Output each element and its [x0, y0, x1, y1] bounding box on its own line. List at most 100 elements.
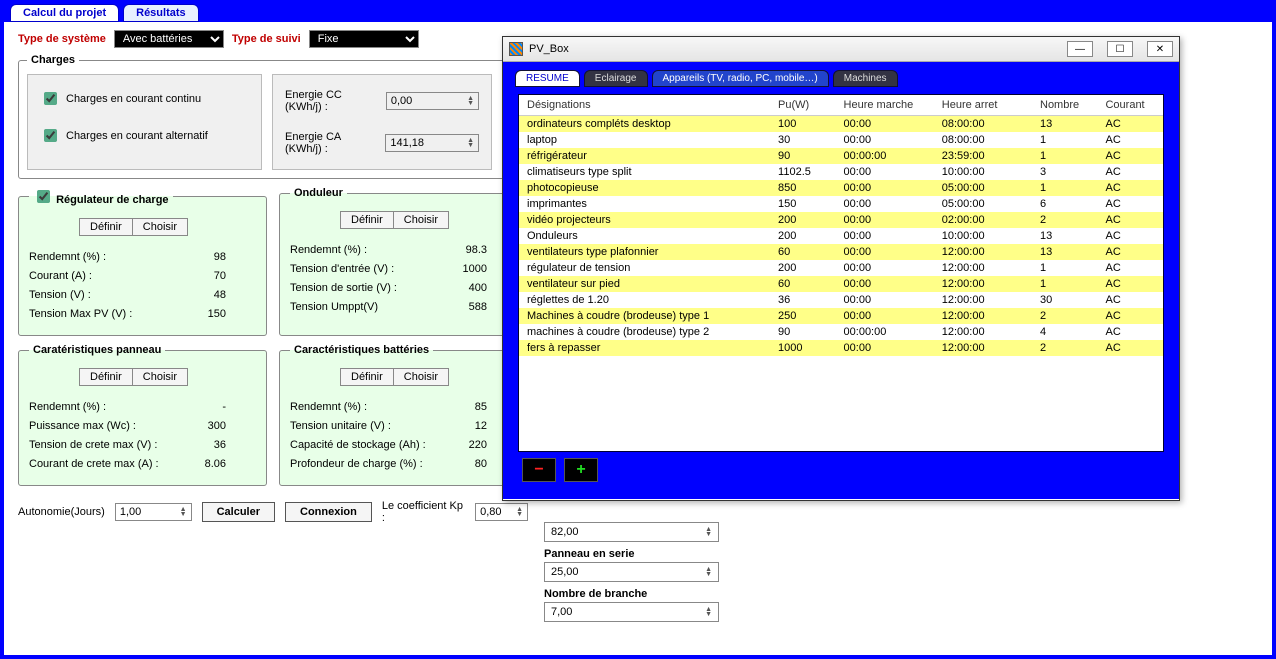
tab-machines[interactable]: Machines: [833, 70, 898, 87]
tab-appareils[interactable]: Appareils (TV, radio, PC, mobile…): [652, 70, 829, 87]
spinner-icon[interactable]: ▲▼: [705, 607, 712, 617]
table-row[interactable]: fers à repasser100000:0012:00:002AC: [519, 340, 1163, 356]
table-cell: 00:00: [836, 228, 934, 244]
calc-value-1-input[interactable]: 82,00 ▲▼: [544, 522, 719, 542]
spinner-icon[interactable]: ▲▼: [705, 567, 712, 577]
table-cell: 12:00:00: [934, 292, 1032, 308]
charges-cc-checkbox[interactable]: [44, 92, 57, 105]
devices-table-wrap[interactable]: DésignationsPu(W)Heure marcheHeure arret…: [518, 94, 1164, 452]
kv-key: Rendemnt (%) :: [290, 244, 367, 256]
table-cell: 12:00:00: [934, 244, 1032, 260]
calculer-button[interactable]: Calculer: [202, 502, 275, 522]
table-row[interactable]: imprimantes15000:0005:00:006AC: [519, 196, 1163, 212]
table-row[interactable]: Machines à coudre (brodeuse) type 125000…: [519, 308, 1163, 324]
table-header[interactable]: Courant: [1097, 95, 1163, 116]
kv-row: Courant de crete max (A) :8.06: [29, 458, 256, 470]
energie-cc-input[interactable]: 0,00 ▲▼: [386, 92, 479, 110]
add-row-button[interactable]: +: [564, 458, 598, 482]
table-row[interactable]: photocopieuse85000:0005:00:001AC: [519, 180, 1163, 196]
batteries-definir-button[interactable]: Définir: [340, 368, 393, 386]
spinner-icon[interactable]: ▲▼: [516, 507, 523, 517]
charges-ca-checkbox[interactable]: [44, 129, 57, 142]
table-row[interactable]: régulateur de tension20000:0012:00:001AC: [519, 260, 1163, 276]
table-cell: 250: [770, 308, 835, 324]
table-row[interactable]: vidéo projecteurs20000:0002:00:002AC: [519, 212, 1163, 228]
batteries-choisir-button[interactable]: Choisir: [393, 368, 449, 386]
table-row[interactable]: laptop3000:0008:00:001AC: [519, 132, 1163, 148]
kv-row: Rendemnt (%) :-: [29, 401, 256, 413]
table-cell: laptop: [519, 132, 770, 148]
tab-resume[interactable]: RESUME: [515, 70, 580, 87]
autonomie-input[interactable]: 1,00 ▲▼: [115, 503, 192, 521]
type-systeme-select[interactable]: Avec battéries: [114, 30, 224, 48]
spinner-icon[interactable]: ▲▼: [180, 507, 187, 517]
nombre-branche-input[interactable]: 7,00 ▲▼: [544, 602, 719, 622]
panneau-serie-input[interactable]: 25,00 ▲▼: [544, 562, 719, 582]
energie-ca-input[interactable]: 141,18 ▲▼: [385, 134, 479, 152]
tab-calcul-projet[interactable]: Calcul du projet: [10, 4, 119, 22]
table-row[interactable]: Onduleurs20000:0010:00:0013AC: [519, 228, 1163, 244]
kv-value: 588: [469, 301, 487, 313]
dialog-titlebar[interactable]: PV_Box — ☐ ✕: [503, 37, 1179, 62]
kv-row: Tension de sortie (V) :400: [290, 282, 517, 294]
right-calc-panel: 82,00 ▲▼ Panneau en serie 25,00 ▲▼ Nombr…: [544, 522, 744, 628]
connexion-button[interactable]: Connexion: [285, 502, 372, 522]
table-row[interactable]: réfrigérateur9000:00:0023:59:001AC: [519, 148, 1163, 164]
spinner-icon[interactable]: ▲▼: [467, 96, 474, 106]
spinner-icon[interactable]: ▲▼: [467, 138, 474, 148]
table-cell: 200: [770, 228, 835, 244]
kv-value: 12: [475, 420, 487, 432]
tab-resultats[interactable]: Résultats: [123, 4, 199, 22]
panneau-choisir-button[interactable]: Choisir: [132, 368, 188, 386]
table-cell: imprimantes: [519, 196, 770, 212]
type-suivi-select[interactable]: Fixe: [309, 30, 419, 48]
table-cell: 00:00: [836, 276, 934, 292]
regulateur-choisir-button[interactable]: Choisir: [132, 218, 188, 236]
table-row[interactable]: ventilateurs type plafonnier6000:0012:00…: [519, 244, 1163, 260]
close-button[interactable]: ✕: [1147, 41, 1173, 57]
batteries-legend: Caractéristiques battéries: [290, 344, 433, 356]
kv-key: Tension (V) :: [29, 289, 91, 301]
regulateur-checkbox[interactable]: [37, 190, 50, 203]
kv-row: Tension unitaire (V) : 12: [290, 420, 517, 432]
coeff-label: Le coefficient Kp :: [382, 500, 465, 524]
kv-key: Tension de sortie (V) :: [290, 282, 397, 294]
coeff-input[interactable]: 0,80 ▲▼: [475, 503, 528, 521]
remove-row-button[interactable]: −: [522, 458, 556, 482]
table-header[interactable]: Pu(W): [770, 95, 835, 116]
table-cell: 2: [1032, 212, 1097, 228]
table-cell: AC: [1097, 148, 1163, 164]
onduleur-choisir-button[interactable]: Choisir: [393, 211, 449, 229]
table-row[interactable]: climatiseurs type split1102.500:0010:00:…: [519, 164, 1163, 180]
onduleur-definir-button[interactable]: Définir: [340, 211, 393, 229]
table-cell: AC: [1097, 244, 1163, 260]
regulateur-definir-button[interactable]: Définir: [79, 218, 132, 236]
table-cell: 10:00:00: [934, 164, 1032, 180]
kv-key: Tension unitaire (V) :: [290, 420, 391, 432]
table-cell: réfrigérateur: [519, 148, 770, 164]
table-header[interactable]: Heure marche: [836, 95, 934, 116]
charges-ca-line[interactable]: Charges en courant alternatif: [40, 126, 249, 145]
table-cell: AC: [1097, 308, 1163, 324]
minimize-button[interactable]: —: [1067, 41, 1093, 57]
maximize-button[interactable]: ☐: [1107, 41, 1133, 57]
table-row[interactable]: réglettes de 1.203600:0012:00:0030AC: [519, 292, 1163, 308]
table-cell: 12:00:00: [934, 324, 1032, 340]
tab-eclairage[interactable]: Eclairage: [584, 70, 648, 87]
table-header[interactable]: Désignations: [519, 95, 770, 116]
table-cell: fers à repasser: [519, 340, 770, 356]
spinner-icon[interactable]: ▲▼: [705, 527, 712, 537]
table-row[interactable]: ordinateurs compléts desktop10000:0008:0…: [519, 116, 1163, 133]
table-cell: 10:00:00: [934, 228, 1032, 244]
table-cell: AC: [1097, 228, 1163, 244]
table-row[interactable]: machines à coudre (brodeuse) type 29000:…: [519, 324, 1163, 340]
table-cell: AC: [1097, 292, 1163, 308]
table-header[interactable]: Nombre: [1032, 95, 1097, 116]
charges-cc-line[interactable]: Charges en courant continu: [40, 89, 249, 108]
table-header[interactable]: Heure arret: [934, 95, 1032, 116]
panneau-definir-button[interactable]: Définir: [79, 368, 132, 386]
table-cell: 00:00: [836, 308, 934, 324]
table-cell: machines à coudre (brodeuse) type 2: [519, 324, 770, 340]
table-row[interactable]: ventilateur sur pied6000:0012:00:001AC: [519, 276, 1163, 292]
table-cell: 2: [1032, 340, 1097, 356]
